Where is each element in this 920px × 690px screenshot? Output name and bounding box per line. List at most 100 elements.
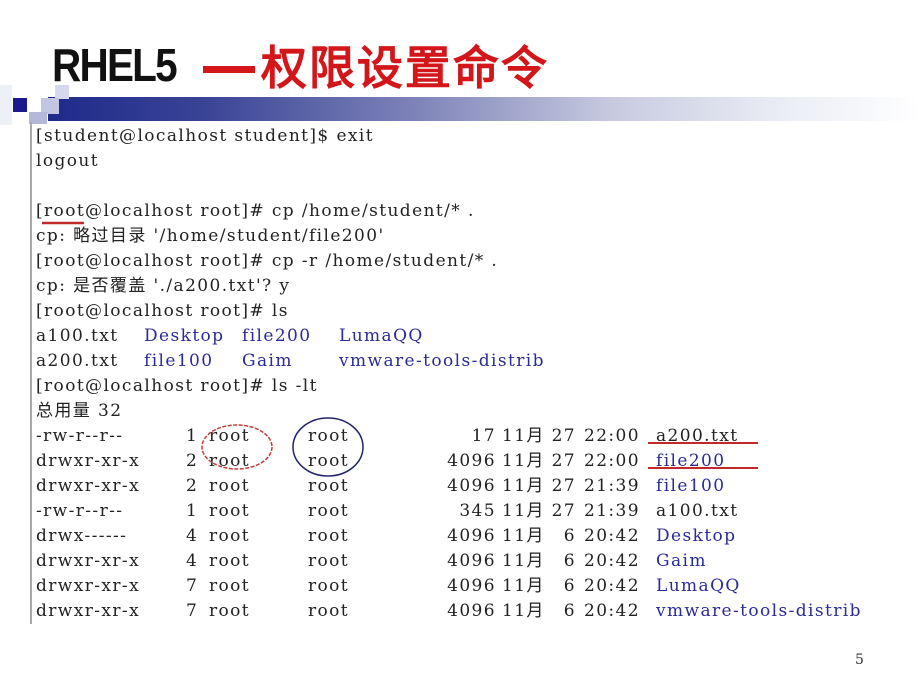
listing-links: 1: [186, 426, 199, 446]
listing-size: 4096: [447, 476, 496, 496]
listing-month: 11月: [502, 601, 545, 621]
listing-group: root: [308, 576, 350, 596]
listing-time: 20:42: [584, 526, 640, 546]
listing-time: 20:42: [584, 576, 640, 596]
listing-size: 4096: [447, 451, 496, 471]
title-english: RHEL5: [52, 39, 178, 91]
listing-month: 11月: [502, 426, 545, 446]
listing-size: 4096: [447, 551, 496, 571]
listing-perm: drwxr-xr-x: [36, 551, 141, 571]
total-line: 总用量 32: [36, 401, 123, 421]
listing-day: 6: [563, 601, 576, 621]
listing-month: 11月: [502, 576, 545, 596]
listing-row: drwx------ 4 root root 4096 11月 6 20:42 Desktop: [32, 524, 912, 549]
listing-time: 20:42: [584, 601, 640, 621]
listing-month: 11月: [502, 501, 545, 521]
listing-group: root: [308, 426, 350, 446]
ls-entry: vmware-tools-distrib: [339, 351, 545, 371]
header-gradient-bar: [48, 97, 920, 121]
listing-size: 4096: [447, 576, 496, 596]
listing-name: a100.txt: [656, 501, 739, 521]
listing-day: 27: [551, 476, 576, 496]
listing-time: 20:42: [584, 551, 640, 571]
listing-group: root: [308, 501, 350, 521]
listing-row: -rw-r--r-- 1 root root 17 11月 27 22:00 a200.txt: [32, 424, 912, 449]
listing-day: 6: [563, 551, 576, 571]
ls-entry: a200.txt: [36, 351, 119, 371]
listing-links: 7: [186, 576, 199, 596]
listing-name: file100: [656, 476, 726, 496]
listing-group: root: [308, 526, 350, 546]
listing-time: 22:00: [584, 451, 640, 471]
listing-links: 4: [186, 526, 199, 546]
listing-time: 22:00: [584, 426, 640, 446]
listing-perm: -rw-r--r--: [36, 501, 124, 521]
listing-day: 6: [563, 576, 576, 596]
listing-row: drwxr-xr-x 2 root root 4096 11月 27 21:39 file100: [32, 474, 912, 499]
listing-name: Gaim: [656, 551, 707, 571]
listing-size: 345: [459, 501, 496, 521]
listing-perm: drwxr-xr-x: [36, 601, 141, 621]
listing-day: 27: [551, 426, 576, 446]
ls-entry: Gaim: [242, 351, 293, 371]
listing-time: 21:39: [584, 501, 640, 521]
slide-title: RHEL5 权限设置命令: [52, 34, 549, 96]
listing-name: file200: [656, 451, 726, 471]
listing-name: a200.txt: [656, 426, 739, 446]
listing-row: drwxr-xr-x 4 root root 4096 11月 6 20:42 Gaim: [32, 549, 912, 574]
title-chinese: 权限设置命令: [202, 32, 549, 98]
listing-perm: drwxr-xr-x: [36, 451, 141, 471]
terminal-line: [student@localhost student]$ exit: [36, 126, 374, 146]
listing-month: 11月: [502, 451, 545, 471]
listing-perm: drwx------: [36, 526, 128, 546]
listing-perm: drwxr-xr-x: [36, 476, 141, 496]
listing-time: 21:39: [584, 476, 640, 496]
ls-entry: Desktop: [144, 326, 225, 346]
listing-month: 11月: [502, 526, 545, 546]
listing-perm: -rw-r--r--: [36, 426, 124, 446]
listing-day: 27: [551, 501, 576, 521]
listing-name: LumaQQ: [656, 576, 741, 596]
listing-links: 1: [186, 501, 199, 521]
listing-owner: root: [209, 576, 251, 596]
title-chinese-text: 权限设置命令: [260, 41, 549, 95]
listing-name: Desktop: [656, 526, 737, 546]
listing-month: 11月: [502, 551, 545, 571]
listing-row: drwxr-xr-x 7 root root 4096 11月 6 20:42 vmware-t…: [32, 599, 912, 624]
listing-group: root: [308, 451, 350, 471]
decorative-square: [55, 85, 69, 99]
listing-row: drwxr-xr-x 2 root root 4096 11月 27 22:00 file200: [32, 449, 912, 474]
listing-size: 4096: [447, 526, 496, 546]
listing-owner: root: [209, 476, 251, 496]
page-number: 5: [855, 652, 864, 668]
listing-owner: root: [209, 526, 251, 546]
decorative-square: [0, 85, 12, 125]
terminal-line: logout: [36, 151, 99, 171]
listing-group: root: [308, 476, 350, 496]
listing-owner: root: [209, 501, 251, 521]
listing-links: 2: [186, 451, 199, 471]
terminal-line: [root@localhost root]# ls -lt: [36, 376, 318, 396]
listing-group: root: [308, 601, 350, 621]
terminal-line: [root@localhost root]# cp -r /home/stude…: [36, 251, 499, 271]
ls-entry: file200: [242, 326, 312, 346]
terminal-line: [root@localhost root]# ls: [36, 301, 289, 321]
listing-day: 6: [563, 526, 576, 546]
listing-owner: root: [209, 426, 251, 446]
decorative-square: [13, 98, 27, 112]
ls-entry: a100.txt: [36, 326, 119, 346]
listing-row: -rw-r--r-- 1 root root 345 11月 27 21:39 a100.txt: [32, 499, 912, 524]
listing-perm: drwxr-xr-x: [36, 576, 141, 596]
ls-entry: LumaQQ: [339, 326, 424, 346]
listing-links: 2: [186, 476, 199, 496]
listing-size: 17: [471, 426, 496, 446]
listing-row: drwxr-xr-x 7 root root 4096 11月 6 20:42 LumaQQ: [32, 574, 912, 599]
listing-links: 4: [186, 551, 199, 571]
listing-name: vmware-tools-distrib: [656, 601, 862, 621]
listing-owner: root: [209, 601, 251, 621]
listing-month: 11月: [502, 476, 545, 496]
ls-output-row: a200.txt file100 Gaim vmware-tools-distr…: [32, 349, 912, 374]
terminal-line: cp: 略过目录 '/home/student/file200': [36, 226, 385, 246]
terminal-line: [root@localhost root]# cp /home/student/…: [36, 201, 475, 221]
listing-size: 4096: [447, 601, 496, 621]
